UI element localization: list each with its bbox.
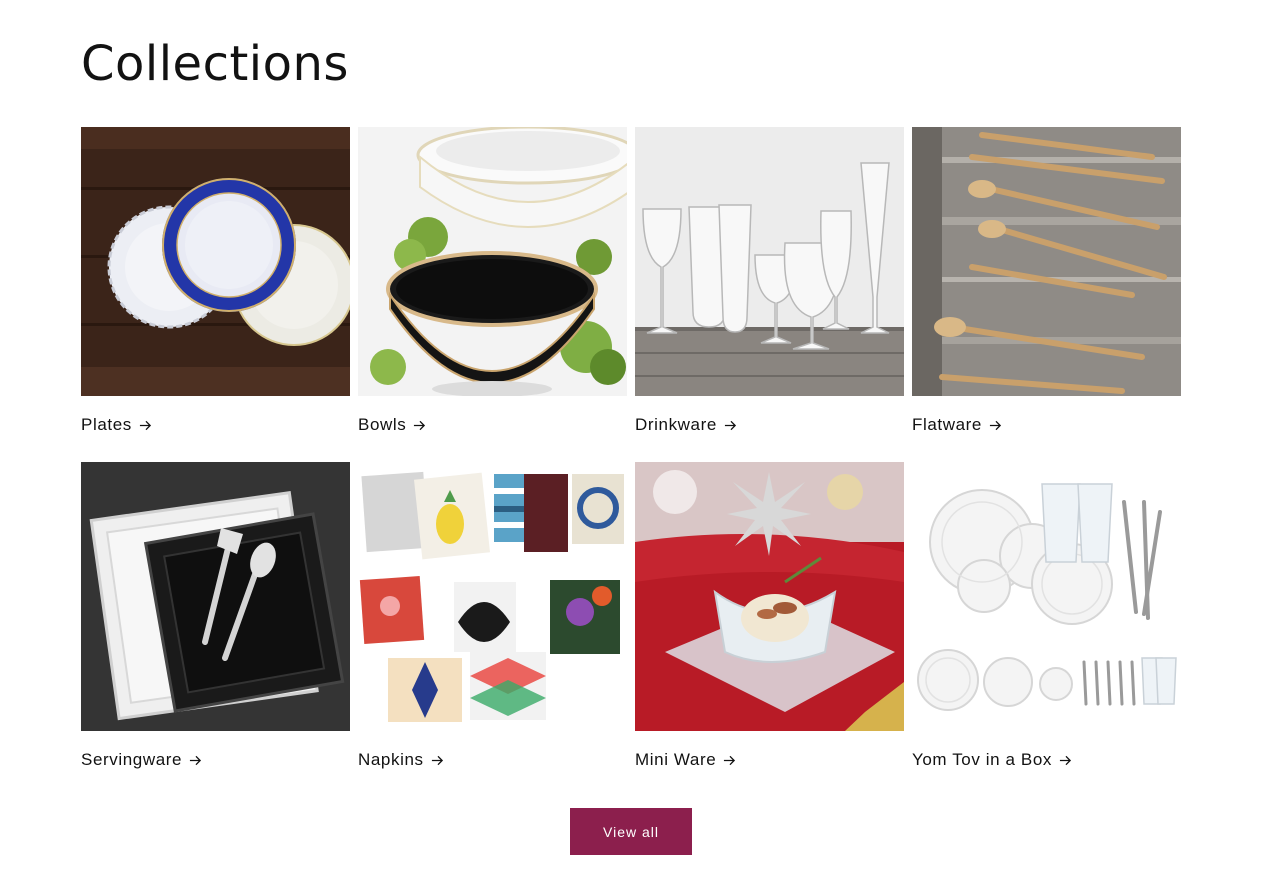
collection-card-servingware[interactable]: Servingware (81, 462, 350, 797)
arrow-right-icon (413, 419, 426, 432)
collection-card-bowls[interactable]: Bowls (358, 127, 627, 462)
collection-card-drinkware[interactable]: Drinkware (635, 127, 904, 462)
collection-link-bowls[interactable]: Bowls (358, 413, 426, 437)
collection-label: Napkins (358, 750, 424, 769)
collection-card-plates[interactable]: Plates (81, 127, 350, 462)
collection-image-napkins[interactable] (358, 462, 627, 731)
arrow-right-icon (989, 419, 1002, 432)
collection-image-bowls[interactable] (358, 127, 627, 396)
view-all-button[interactable]: View all (570, 808, 692, 855)
arrow-right-icon (139, 419, 152, 432)
collection-label: Servingware (81, 750, 183, 769)
arrow-right-icon (431, 754, 444, 767)
collection-link-napkins[interactable]: Napkins (358, 748, 444, 772)
collection-link-flatware[interactable]: Flatware (912, 413, 1002, 437)
collection-image-drinkware[interactable] (635, 127, 904, 396)
collection-card-flatware[interactable]: Flatware (912, 127, 1181, 462)
collection-label: Yom Tov in a Box (912, 750, 1053, 769)
collection-link-drinkware[interactable]: Drinkware (635, 413, 737, 437)
collection-card-yom-tov-in-a-box[interactable]: Yom Tov in a Box (912, 462, 1181, 797)
collection-image-flatware[interactable] (912, 127, 1181, 396)
collection-image-servingware[interactable] (81, 462, 350, 731)
arrow-right-icon (723, 754, 736, 767)
arrow-right-icon (724, 419, 737, 432)
collection-link-plates[interactable]: Plates (81, 413, 152, 437)
collection-image-mini-ware[interactable] (635, 462, 904, 731)
collection-card-mini-ware[interactable]: Mini Ware (635, 462, 904, 797)
collection-label: Bowls (358, 415, 407, 434)
collection-link-servingware[interactable]: Servingware (81, 748, 202, 772)
collection-label: Flatware (912, 415, 982, 434)
collection-link-mini-ware[interactable]: Mini Ware (635, 748, 736, 772)
collection-grid: Plates Bowls Drinkware Flatware Servingw… (81, 127, 1181, 797)
arrow-right-icon (1059, 754, 1072, 767)
collection-label: Mini Ware (635, 750, 717, 769)
collection-label: Plates (81, 415, 132, 434)
collection-image-plates[interactable] (81, 127, 350, 396)
collection-card-napkins[interactable]: Napkins (358, 462, 627, 797)
collection-link-yom-tov-in-a-box[interactable]: Yom Tov in a Box (912, 748, 1072, 772)
arrow-right-icon (189, 754, 202, 767)
collection-image-yom-tov-in-a-box[interactable] (912, 462, 1181, 731)
section-heading: Collections (81, 36, 349, 92)
collection-label: Drinkware (635, 415, 717, 434)
